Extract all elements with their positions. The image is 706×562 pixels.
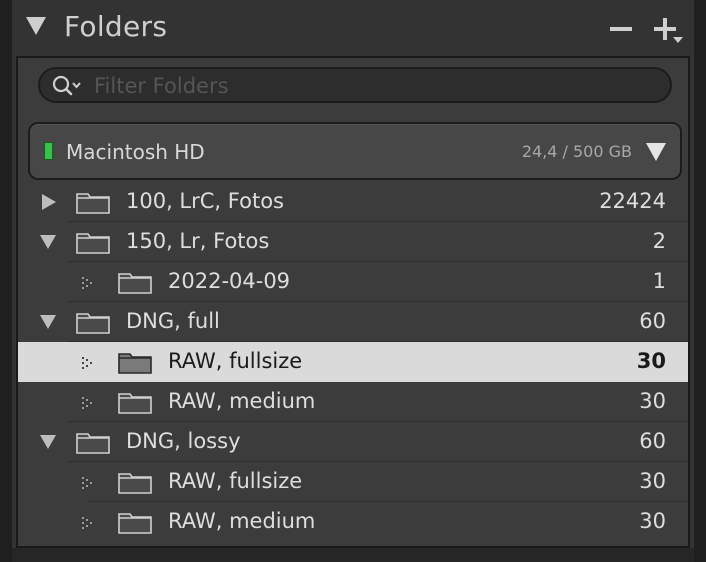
folder-name: DNG, lossy: [126, 429, 241, 453]
folder-count: 2: [652, 229, 666, 253]
folder-count: 30: [636, 349, 666, 373]
plus-icon-stem: [663, 18, 667, 40]
folder-icon: [118, 393, 152, 414]
folder-count: 60: [639, 309, 666, 333]
disclosure-open-icon[interactable]: [40, 315, 56, 329]
folder-name: RAW, fullsize: [168, 349, 303, 373]
folder-list-area: Macintosh HD 24,4 / 500 GB 100, LrC, Fot…: [16, 56, 690, 548]
folder-icon: [118, 273, 152, 294]
folder-row[interactable]: 100, LrC, Fotos 22424: [18, 182, 688, 222]
disclosure-open-icon[interactable]: [40, 235, 56, 249]
dropdown-caret-icon: [673, 37, 683, 43]
folder-icon: [76, 193, 110, 214]
panel-title: Folders: [64, 10, 168, 43]
no-subfolders-icon: [82, 277, 92, 289]
folder-icon: [76, 233, 110, 254]
folder-row[interactable]: DNG, full 60: [18, 302, 688, 342]
folder-icon: [76, 433, 110, 454]
volume-usage: 24,4 / 500 GB: [521, 142, 632, 161]
folder-icon: [118, 473, 152, 494]
folder-name: 2022-04-09: [168, 269, 291, 293]
folder-name: RAW, fullsize: [168, 469, 303, 493]
no-subfolders-icon: [82, 357, 92, 369]
volume-header-macintosh-hd[interactable]: Macintosh HD 24,4 / 500 GB: [28, 122, 682, 180]
folder-icon: [118, 513, 152, 534]
folder-name: DNG, full: [126, 309, 220, 333]
folder-row[interactable]: 150, Lr, Fotos 2: [18, 222, 688, 262]
folder-name: RAW, medium: [168, 509, 316, 533]
folder-count: 60: [639, 429, 666, 453]
folders-panel: Folders Macintosh HD 24,4 / 500 GB: [0, 0, 706, 562]
folder-count: 30: [639, 469, 666, 493]
no-subfolders-icon: [82, 517, 92, 529]
folder-row[interactable]: RAW, medium 30: [18, 382, 688, 422]
volume-name: Macintosh HD: [66, 140, 205, 164]
folder-name: RAW, medium: [168, 389, 316, 413]
folder-row[interactable]: RAW, fullsize 30: [18, 462, 688, 502]
folder-tree: 100, LrC, Fotos 22424 150, Lr, Fotos 2 2…: [18, 182, 688, 542]
folder-name: 150, Lr, Fotos: [126, 229, 270, 253]
remove-folder-button[interactable]: [610, 27, 632, 31]
search-icon[interactable]: [52, 75, 82, 97]
folder-row[interactable]: 2022-04-09 1: [18, 262, 688, 302]
volume-status-indicator: [44, 142, 53, 160]
folder-name: 100, LrC, Fotos: [126, 189, 284, 213]
disclosure-open-icon[interactable]: [40, 435, 56, 449]
folder-count: 22424: [599, 189, 666, 213]
folder-count: 30: [639, 389, 666, 413]
folder-row[interactable]: DNG, lossy 60: [18, 422, 688, 462]
folder-count: 30: [639, 509, 666, 533]
search-input[interactable]: [92, 72, 656, 100]
disclosure-closed-icon[interactable]: [42, 194, 56, 210]
no-subfolders-icon: [82, 397, 92, 409]
folder-count: 1: [652, 269, 666, 293]
volume-collapse-triangle-icon[interactable]: [646, 143, 666, 161]
panel-header[interactable]: Folders: [12, 0, 694, 58]
folder-row[interactable]: RAW, medium 30: [18, 502, 688, 542]
panel-bottom-edge: [0, 548, 706, 562]
folder-icon: [118, 353, 152, 374]
no-subfolders-icon: [82, 477, 92, 489]
filter-folders-search[interactable]: [38, 67, 672, 103]
folder-row-selected[interactable]: RAW, fullsize 30: [18, 342, 688, 382]
collapse-triangle-icon[interactable]: [26, 17, 46, 35]
folder-icon: [76, 313, 110, 334]
